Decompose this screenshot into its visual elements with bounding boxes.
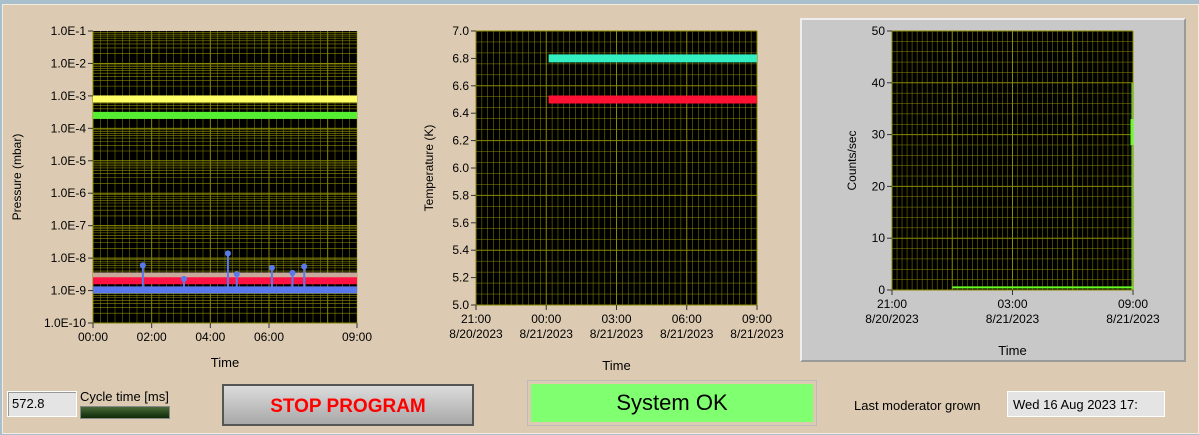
charts: 1.0E-1 1.0E-2 1.0E-3 1.0E-4 1.0E-5 1.0E-6 1.0E… (10, 24, 1160, 373)
y-tick-label: 1.0E-9 (51, 284, 87, 298)
x-tick-date: 8/21/2023 (986, 312, 1040, 326)
x-axis-label: Time (211, 355, 239, 370)
x-tick-date: 8/21/2023 (520, 327, 574, 341)
y-tick-label: 1.0E-10 (44, 316, 86, 330)
series-blue-point (268, 264, 275, 271)
series-blue-point (139, 262, 146, 269)
y-tick-label: 6.0 (452, 161, 469, 175)
y-axis-label: Counts/sec (845, 130, 859, 190)
stop-program-button[interactable]: STOP PROGRAM (222, 384, 474, 426)
y-tick-label: 5.4 (452, 243, 469, 257)
x-axis-label: Time (998, 343, 1026, 358)
x-tick-label: 21:00 (877, 297, 907, 311)
y-tick-label: 0 (878, 283, 885, 297)
y-tick-label: 20 (872, 179, 886, 193)
y-tick-label: 5.6 (452, 216, 469, 230)
cycle-time-value: 572.8 (7, 391, 77, 417)
y-tick-label: 10 (872, 231, 886, 245)
x-tick-label: 03:00 (601, 312, 631, 326)
x-tick-label: 21:00 (461, 312, 491, 326)
series-blue-point (301, 263, 308, 270)
y-axis-label: Temperature (K) (422, 125, 436, 212)
y-tick-label: 1.0E-2 (51, 56, 87, 70)
y-tick-label: 6.8 (452, 51, 469, 65)
x-tick-date: 8/20/2023 (449, 327, 503, 341)
x-tick-label: 02:00 (137, 330, 167, 344)
series-blue-point (180, 275, 187, 282)
cycle-time-progress-bar (80, 406, 170, 419)
cycle-time-label: Cycle time [ms] (80, 389, 169, 404)
system-status-indicator: System OK (531, 384, 813, 422)
system-status-frame: System OK (527, 380, 817, 426)
y-tick-label: 1.0E-6 (51, 186, 87, 200)
y-tick-label: 5.0 (452, 298, 469, 312)
x-tick-label: 03:00 (997, 297, 1027, 311)
y-tick-label: 6.4 (452, 106, 469, 120)
y-tick-label: 1.0E-4 (51, 121, 87, 135)
y-tick-label: 1.0E-8 (51, 251, 87, 265)
series-blue-point (224, 250, 231, 257)
last-moderator-label: Last moderator grown (854, 398, 981, 413)
y-tick-label: 1.0E-1 (51, 24, 87, 38)
last-moderator-value: Wed 16 Aug 2023 17: (1007, 391, 1165, 417)
y-tick-label: 1.0E-7 (51, 219, 87, 233)
x-tick-date: 8/21/2023 (1106, 312, 1160, 326)
x-tick-label: 09:00 (742, 312, 772, 326)
y-axis-label: Pressure (mbar) (10, 134, 24, 221)
x-tick-label: 06:00 (672, 312, 702, 326)
series-blue-point (289, 269, 296, 276)
x-tick-label: 00:00 (531, 312, 561, 326)
y-tick-label: 6.2 (452, 134, 469, 148)
x-tick-date: 8/20/2023 (865, 312, 919, 326)
x-tick-label: 06:00 (254, 330, 284, 344)
y-tick-label: 40 (872, 76, 886, 90)
x-tick-label: 00:00 (78, 330, 108, 344)
x-axis-label: Time (602, 358, 630, 373)
y-tick-label: 30 (872, 128, 886, 142)
x-tick-date: 8/21/2023 (590, 327, 644, 341)
x-tick-label: 09:00 (1118, 297, 1148, 311)
y-tick-label: 5.2 (452, 271, 469, 285)
y-tick-label: 50 (872, 24, 886, 38)
x-tick-date: 8/21/2023 (660, 327, 714, 341)
x-tick-label: 09:00 (342, 330, 372, 344)
y-tick-label: 5.8 (452, 188, 469, 202)
series-blue-point (233, 271, 240, 278)
y-tick-label: 1.0E-5 (51, 154, 87, 168)
x-tick-label: 04:00 (195, 330, 225, 344)
y-tick-label: 6.6 (452, 79, 469, 93)
y-tick-label: 7.0 (452, 24, 469, 38)
x-tick-date: 8/21/2023 (730, 327, 784, 341)
y-tick-label: 1.0E-3 (51, 89, 87, 103)
